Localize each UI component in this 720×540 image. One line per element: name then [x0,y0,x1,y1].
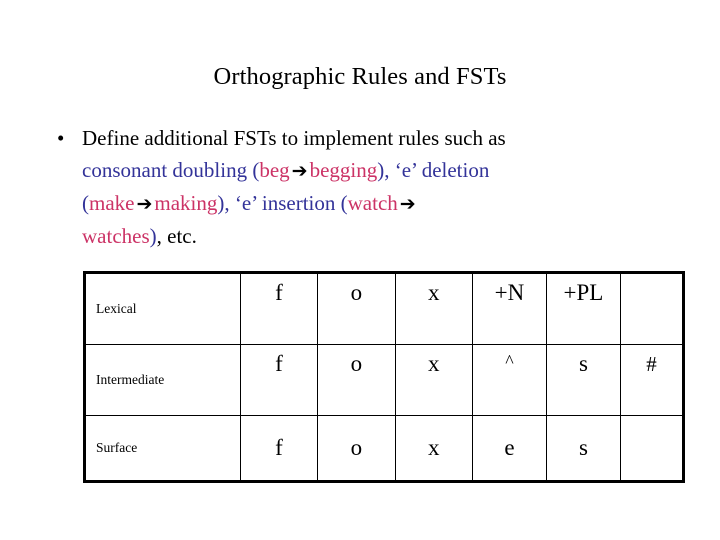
bullet-line-1: Define additional FSTs to implement rule… [82,126,506,150]
bullet-line-4-suffix: , etc. [156,224,197,248]
cell-intermediate-3: x [394,344,473,416]
cell-intermediate-4: ^ [471,344,547,416]
cell-surface-4: e [471,415,547,482]
cell-lexical-1: f [239,272,319,345]
cell-lexical-2: o [317,272,396,345]
table-row: Surface f o x e s [84,415,685,482]
cell-lexical-5: +PL [545,272,621,345]
caret-symbol: ^ [505,351,514,371]
right-arrow-icon: ➔ [291,160,308,182]
table-row: Lexical f o x +N +PL [84,272,685,345]
table-row: Intermediate f o x ^ s # [84,344,685,416]
bullet-line-3-word-watch: watch [347,191,398,215]
cell-surface-6 [619,415,685,482]
bullet-line-2-word-begging: begging [309,158,378,182]
bullet-line-2-suffix: ), ‘e’ deletion [377,158,490,182]
bullet-line-3-prefix: ( [82,191,89,215]
bullet-line-2-word-beg: beg [259,158,290,182]
cell-surface-2: o [317,415,396,482]
cell-surface-5: s [545,415,621,482]
row-label-surface: Surface [84,415,241,482]
cell-intermediate-6: # [619,344,685,416]
cell-intermediate-1: f [239,344,319,416]
cell-intermediate-5: s [545,344,621,416]
row-label-intermediate: Intermediate [84,344,241,416]
bullet-marker-icon: • [57,126,65,150]
bullet-line-4-paren: ) [149,224,157,248]
cell-surface-1: f [239,415,319,482]
page-title: Orthographic Rules and FSTs [213,63,507,90]
cell-lexical-4: +N [471,272,547,345]
bullet-text-body: Define additional FSTs to implement rule… [82,122,680,252]
cell-intermediate-2: o [317,344,396,416]
right-arrow-icon: ➔ [136,193,153,215]
fst-tape-table: Lexical f o x +N +PL Intermediate f o x … [83,271,685,483]
bullet-line-4-word-watches: watches [82,224,150,248]
bullet-line-2-prefix: consonant doubling ( [82,158,260,182]
cell-surface-3: x [394,415,473,482]
bullet-list: • Define additional FSTs to implement ru… [52,122,680,252]
fst-table-container: Lexical f o x +N +PL Intermediate f o x … [83,271,685,483]
list-item: • Define additional FSTs to implement ru… [52,122,680,252]
right-arrow-icon: ➔ [399,193,416,215]
hash-symbol: # [646,352,657,376]
bullet-line-3-word-make: make [89,191,135,215]
bullet-line-3-middle: ), ‘e’ insertion ( [217,191,348,215]
cell-lexical-3: x [394,272,473,345]
cell-lexical-6 [619,272,685,345]
bullet-line-3-word-making: making [154,191,218,215]
row-label-lexical: Lexical [84,272,241,345]
